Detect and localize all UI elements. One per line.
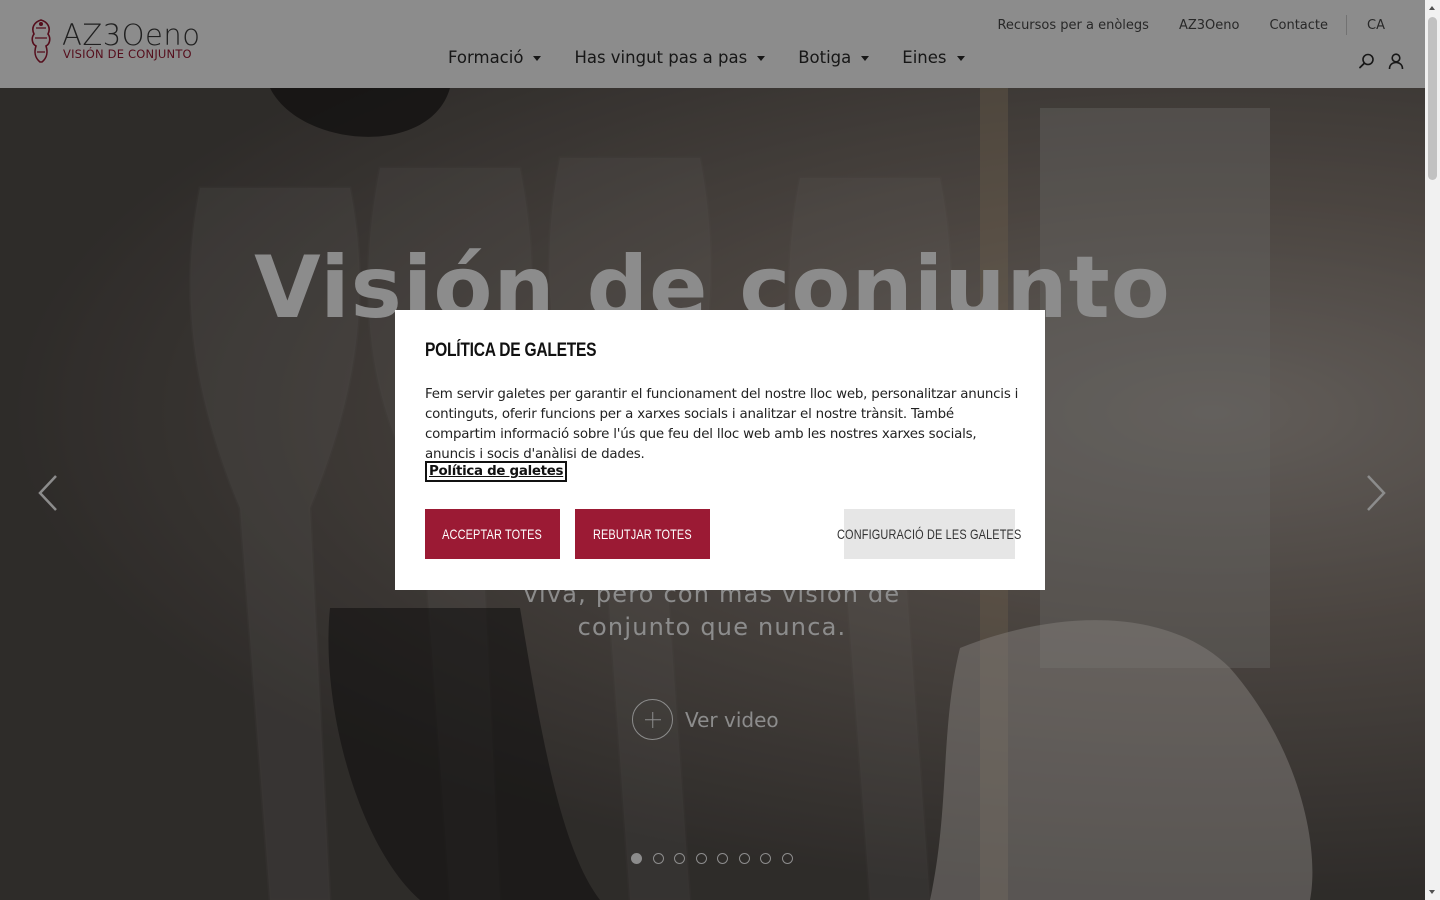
accept-all-label: ACCEPTAR TOTES — [442, 526, 543, 542]
cookie-settings-label: CONFIGURACIÓ DE LES GALETES — [837, 526, 1022, 542]
cookie-policy-link[interactable]: Política de galetes — [424, 461, 568, 482]
page-scrollbar[interactable] — [1425, 0, 1440, 900]
cookie-consent-modal: POLÍTICA DE GALETES Fem servir galetes p… — [395, 310, 1045, 590]
cookie-modal-title: POLÍTICA DE GALETES — [425, 340, 597, 361]
reject-all-button[interactable]: REBUTJAR TOTES — [575, 509, 710, 559]
scroll-down-arrow-icon[interactable] — [1429, 890, 1435, 894]
reject-all-label: REBUTJAR TOTES — [593, 526, 692, 542]
accept-all-button[interactable]: ACCEPTAR TOTES — [425, 509, 560, 559]
scrollbar-thumb[interactable] — [1428, 17, 1437, 180]
cookie-modal-body: Fem servir galetes per garantir el funci… — [425, 387, 1019, 462]
scroll-up-arrow-icon[interactable] — [1429, 6, 1435, 10]
cookie-settings-button[interactable]: CONFIGURACIÓ DE LES GALETES — [837, 509, 1022, 559]
